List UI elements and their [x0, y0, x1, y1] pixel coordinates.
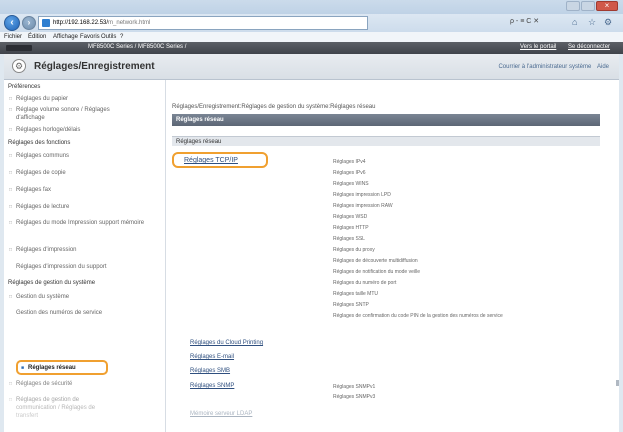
sidebar-item-paper[interactable]: Réglages du papier: [9, 95, 68, 103]
sidebar-section-functions: Réglages des fonctions: [8, 140, 71, 146]
sidebar-item-media-print[interactable]: Réglages d'impression du support: [16, 263, 166, 271]
sidebar-item-system-mgmt[interactable]: Gestion du système: [9, 293, 69, 301]
sidebar-item-clock[interactable]: Réglages horloge/délais: [9, 126, 80, 134]
sidebar-item-fax[interactable]: Réglages fax: [9, 186, 51, 194]
tcp-item-ipv6: Réglages IPv6: [333, 170, 366, 176]
sidebar-item-memory-print[interactable]: Réglages du mode Impression support mémo…: [9, 219, 156, 227]
home-icon[interactable]: ⌂: [572, 17, 577, 27]
window-titlebar: ×: [0, 0, 623, 14]
tcp-item-sleep-notification: Réglages de notification du mode veille: [333, 269, 420, 275]
header-links: Courrier à l'administrateur système Aide: [494, 64, 609, 70]
sidebar-item-dept-id[interactable]: Gestion des numéros de service: [16, 309, 161, 317]
close-window-button[interactable]: ×: [596, 1, 618, 11]
tcp-item-http: Réglages HTTP: [333, 225, 369, 231]
url-path: m_network.html: [108, 20, 151, 26]
sidebar-item-scan[interactable]: Réglages de lecture: [9, 203, 69, 211]
device-bar: MF8500C Series / MF8500C Series / Vers l…: [0, 42, 623, 54]
subsection-header: Réglages réseau: [172, 136, 600, 146]
tcp-item-mtu: Réglages taille MTU: [333, 291, 379, 297]
tcp-item-wins: Réglages WINS: [333, 181, 369, 187]
device-name-redacted: [6, 45, 32, 51]
tcp-item-raw: Réglages impression RAW: [333, 203, 393, 209]
menu-file[interactable]: Fichier: [4, 34, 22, 40]
sidebar-item-security[interactable]: Réglages de sécurité: [9, 380, 72, 388]
help-link[interactable]: Aide: [597, 64, 609, 70]
mail-admin-link[interactable]: Courrier à l'administrateur système: [498, 64, 591, 70]
menu-bar: Fichier Édition Affichage Favoris Outils…: [0, 32, 623, 42]
back-arrow-icon: ‹: [10, 17, 14, 28]
gear-icon[interactable]: ⚙: [604, 17, 612, 28]
tcp-item-lpd: Réglages impression LPD: [333, 192, 391, 198]
tcpip-settings-link[interactable]: Réglages TCP/IP: [172, 152, 268, 168]
forward-button[interactable]: ›: [22, 16, 36, 30]
maximize-button[interactable]: [581, 1, 595, 11]
sidebar-item-common[interactable]: Réglages communs: [9, 152, 69, 160]
cloud-printing-link[interactable]: Réglages du Cloud Printing: [190, 340, 263, 346]
tcp-item-pin-confirm: Réglages de confirmation du code PIN de …: [333, 313, 503, 319]
tcp-item-port-number: Réglages du numéro de port: [333, 280, 397, 286]
page-content: Préférences Réglages du papier Réglage v…: [4, 80, 619, 432]
sidebar-item-network[interactable]: Réglages réseau: [16, 360, 108, 375]
main-panel: Réglages/Enregistrement:Réglages de gest…: [172, 80, 619, 432]
sidebar-section-preferences: Préférences: [8, 84, 41, 90]
device-model: MF8500C Series / MF8500C Series /: [88, 44, 187, 50]
snmp-settings-link[interactable]: Réglages SNMP: [190, 383, 234, 389]
menu-help[interactable]: ?: [120, 34, 123, 40]
forward-arrow-icon: ›: [27, 18, 31, 27]
portal-link[interactable]: Vers le portail: [520, 44, 556, 50]
browser-navbar: ‹ › http://192.168.22.53/m_network.html …: [0, 14, 623, 32]
tcp-item-ssl: Réglages SSL: [333, 236, 365, 242]
minimize-button[interactable]: [566, 1, 580, 11]
tcp-item-wsd: Réglages WSD: [333, 214, 368, 220]
tcp-item-proxy: Réglages du proxy: [333, 247, 375, 253]
address-url[interactable]: http://192.168.22.53/m_network.html: [53, 20, 150, 26]
tcp-item-ipv4: Réglages IPv4: [333, 159, 366, 165]
breadcrumb: Réglages/Enregistrement:Réglages de gest…: [172, 104, 376, 110]
menu-tools[interactable]: Outils: [101, 34, 116, 40]
address-bar[interactable]: http://192.168.22.53/m_network.html: [38, 16, 368, 30]
page-header: ⚙ Réglages/Enregistrement Courrier à l'a…: [4, 54, 619, 80]
sidebar-item-print[interactable]: Réglages d'impression: [9, 246, 76, 254]
sidebar: Préférences Réglages du papier Réglage v…: [4, 80, 166, 432]
sidebar-item-network-label: Réglages réseau: [21, 365, 76, 371]
back-button[interactable]: ‹: [4, 15, 20, 31]
logout-link[interactable]: Se déconnecter: [568, 44, 610, 50]
sidebar-section-system: Réglages de gestion du système: [8, 280, 96, 286]
tcp-item-multicast: Réglages de découverte multidiffusion: [333, 258, 418, 264]
snmp-item-v1: Réglages SNMPv1: [333, 384, 376, 390]
settings-logo-icon: ⚙: [12, 59, 26, 73]
section-header: Réglages réseau: [172, 114, 600, 126]
tcp-item-sntp: Réglages SNTP: [333, 302, 369, 308]
email-settings-link[interactable]: Réglages E-mail: [190, 354, 234, 360]
url-host: http://192.168.22.53/: [53, 20, 109, 26]
page-title: Réglages/Enregistrement: [34, 61, 155, 72]
address-tools[interactable]: ρ - ≡ C ✕: [510, 17, 539, 25]
sidebar-item-comm-mgmt[interactable]: Réglages de gestion de communication / R…: [9, 396, 116, 420]
ldap-link-faded[interactable]: Mémoire serveur LDAP: [190, 411, 252, 417]
favorites-star-icon[interactable]: ☆: [588, 17, 596, 28]
scrollbar-thumb[interactable]: [616, 380, 619, 386]
site-icon: [42, 19, 50, 27]
menu-favorites[interactable]: Favoris: [80, 34, 100, 40]
sidebar-item-copy[interactable]: Réglages de copie: [9, 169, 66, 177]
smb-settings-link[interactable]: Réglages SMB: [190, 368, 230, 374]
snmp-item-v3: Réglages SNMPv3: [333, 394, 376, 400]
tcpip-settings-label: Réglages TCP/IP: [184, 157, 238, 164]
menu-view[interactable]: Affichage: [53, 34, 78, 40]
menu-edit[interactable]: Édition: [28, 34, 46, 40]
close-icon: ×: [604, 1, 610, 10]
sidebar-item-volume-display[interactable]: Réglage volume sonore / Réglages d'affic…: [9, 106, 126, 122]
